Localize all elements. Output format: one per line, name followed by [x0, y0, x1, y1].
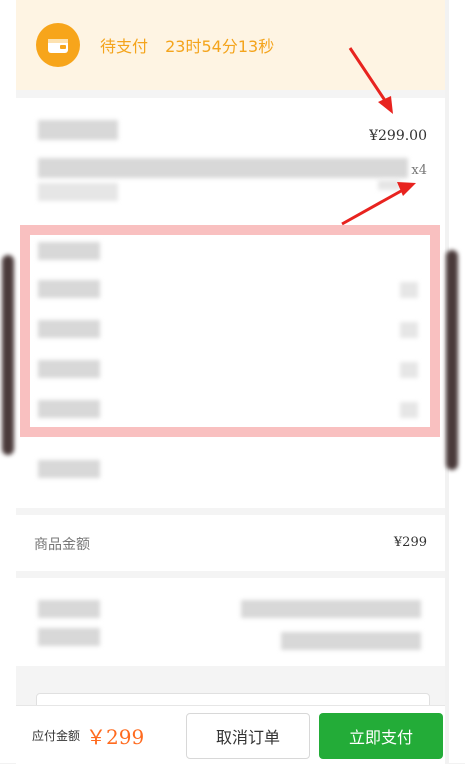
annotation-arrows — [341, 47, 416, 226]
arrow-to-price — [348, 47, 393, 114]
arrow-to-quantity — [341, 182, 416, 226]
